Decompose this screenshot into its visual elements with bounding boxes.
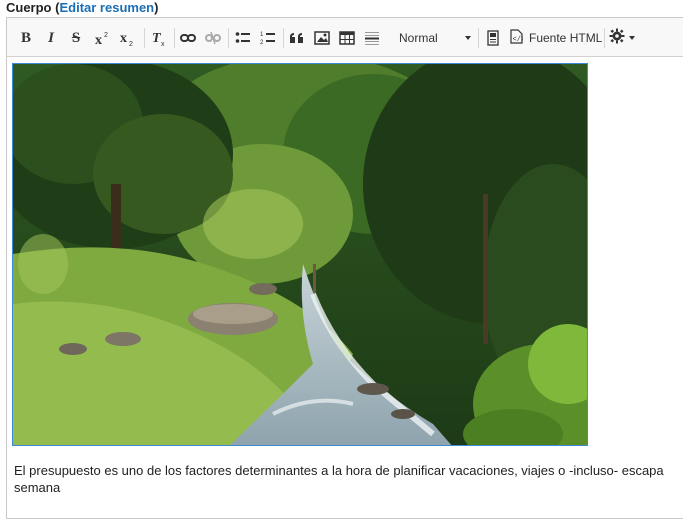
chevron-down-icon <box>465 36 471 40</box>
numbered-list-icon[interactable]: 12 <box>258 26 278 50</box>
rich-text-editor: B I S x2 x2 Tx 12 Normal </ Fuente HTML … <box>6 17 683 519</box>
editor-toolbar: B I S x2 x2 Tx 12 Normal </ Fuente HTML <box>7 18 683 57</box>
bulleted-list-icon[interactable] <box>233 26 253 50</box>
field-label-text: Cuerpo <box>6 0 52 15</box>
remove-format-icon[interactable]: Tx <box>149 26 169 50</box>
table-icon[interactable] <box>337 26 357 50</box>
editor-content-area[interactable]: El presupuesto es uno de los factores de… <box>7 57 683 518</box>
unlink-icon[interactable] <box>203 26 223 50</box>
content-image[interactable] <box>12 63 588 446</box>
svg-text:</>: </> <box>513 36 524 44</box>
toolbar-separator <box>228 28 229 48</box>
paragraph-line-1: El presupuesto es uno de los factores de… <box>14 463 664 478</box>
toolbar-separator <box>174 28 175 48</box>
format-select-value: Normal <box>399 31 438 45</box>
close-paren: ) <box>154 0 159 15</box>
link-icon[interactable] <box>178 26 198 50</box>
image-icon[interactable] <box>312 26 332 50</box>
source-code-icon: </> <box>510 29 525 47</box>
svg-text:x: x <box>120 31 127 46</box>
bold-icon[interactable]: B <box>17 26 35 50</box>
subscript-icon[interactable]: x2 <box>118 26 138 50</box>
paragraph-format-select[interactable]: Normal <box>395 27 473 49</box>
editor-paragraph: El presupuesto es uno de los factores de… <box>14 462 683 496</box>
svg-text:x: x <box>95 33 102 46</box>
settings-menu-button[interactable] <box>609 26 635 50</box>
gear-icon <box>609 28 625 49</box>
source-html-label: Fuente HTML <box>529 31 603 45</box>
toolbar-separator <box>144 28 145 48</box>
svg-text:1: 1 <box>260 32 264 38</box>
edit-summary-link[interactable]: Editar resumen <box>59 0 154 15</box>
source-html-button[interactable]: </> Fuente HTML <box>510 26 602 50</box>
chevron-down-icon <box>629 36 635 40</box>
toolbar-separator <box>604 28 605 48</box>
svg-text:2: 2 <box>129 41 133 46</box>
svg-text:2: 2 <box>104 32 108 39</box>
superscript-icon[interactable]: x2 <box>93 26 113 50</box>
river-forest-photo <box>13 64 587 445</box>
paragraph-line-2: semana <box>14 480 61 495</box>
strikethrough-icon[interactable]: S <box>67 26 85 50</box>
blockquote-icon[interactable] <box>287 26 307 50</box>
show-blocks-icon[interactable] <box>483 26 503 50</box>
toolbar-separator <box>478 28 479 48</box>
horizontal-rule-icon[interactable] <box>362 26 382 50</box>
italic-icon[interactable]: I <box>42 26 60 50</box>
field-label: Cuerpo (Editar resumen) <box>6 0 158 16</box>
toolbar-separator <box>283 28 284 48</box>
svg-text:x: x <box>161 41 165 47</box>
svg-text:2: 2 <box>260 40 264 46</box>
